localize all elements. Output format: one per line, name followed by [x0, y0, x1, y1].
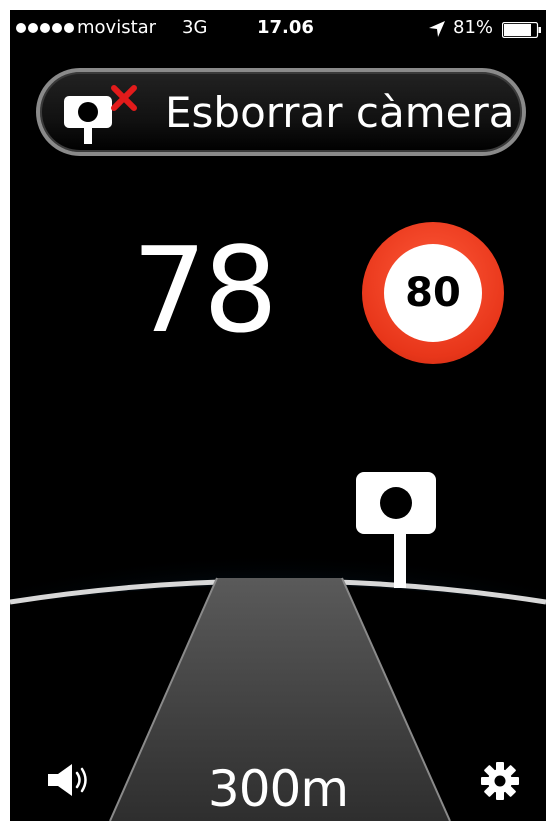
carrier-name: movistar [77, 17, 157, 38]
delete-camera-button[interactable]: Esborrar càmera [36, 68, 526, 156]
delete-camera-label: Esborrar càmera [165, 88, 515, 137]
speed-limit-value: 80 [405, 270, 461, 316]
battery-icon [502, 22, 541, 38]
status-bar: movistar 3G 17.06 81% [10, 10, 546, 48]
speaker-icon[interactable] [46, 762, 90, 798]
app-screen: movistar 3G 17.06 81% Esborrar càmera 78… [10, 10, 546, 821]
clock: 17.06 [257, 17, 314, 38]
speed-limit-sign: 80 [362, 222, 504, 364]
location-arrow-icon [429, 21, 445, 37]
current-speed: 78 [131, 221, 278, 359]
camera-delete-icon [64, 85, 137, 144]
battery-percentage: 81% [453, 17, 494, 38]
distance-to-camera: 300m [207, 760, 349, 818]
signal-strength-icon [16, 23, 74, 33]
network-type: 3G [182, 17, 208, 38]
gear-icon[interactable] [480, 761, 520, 801]
